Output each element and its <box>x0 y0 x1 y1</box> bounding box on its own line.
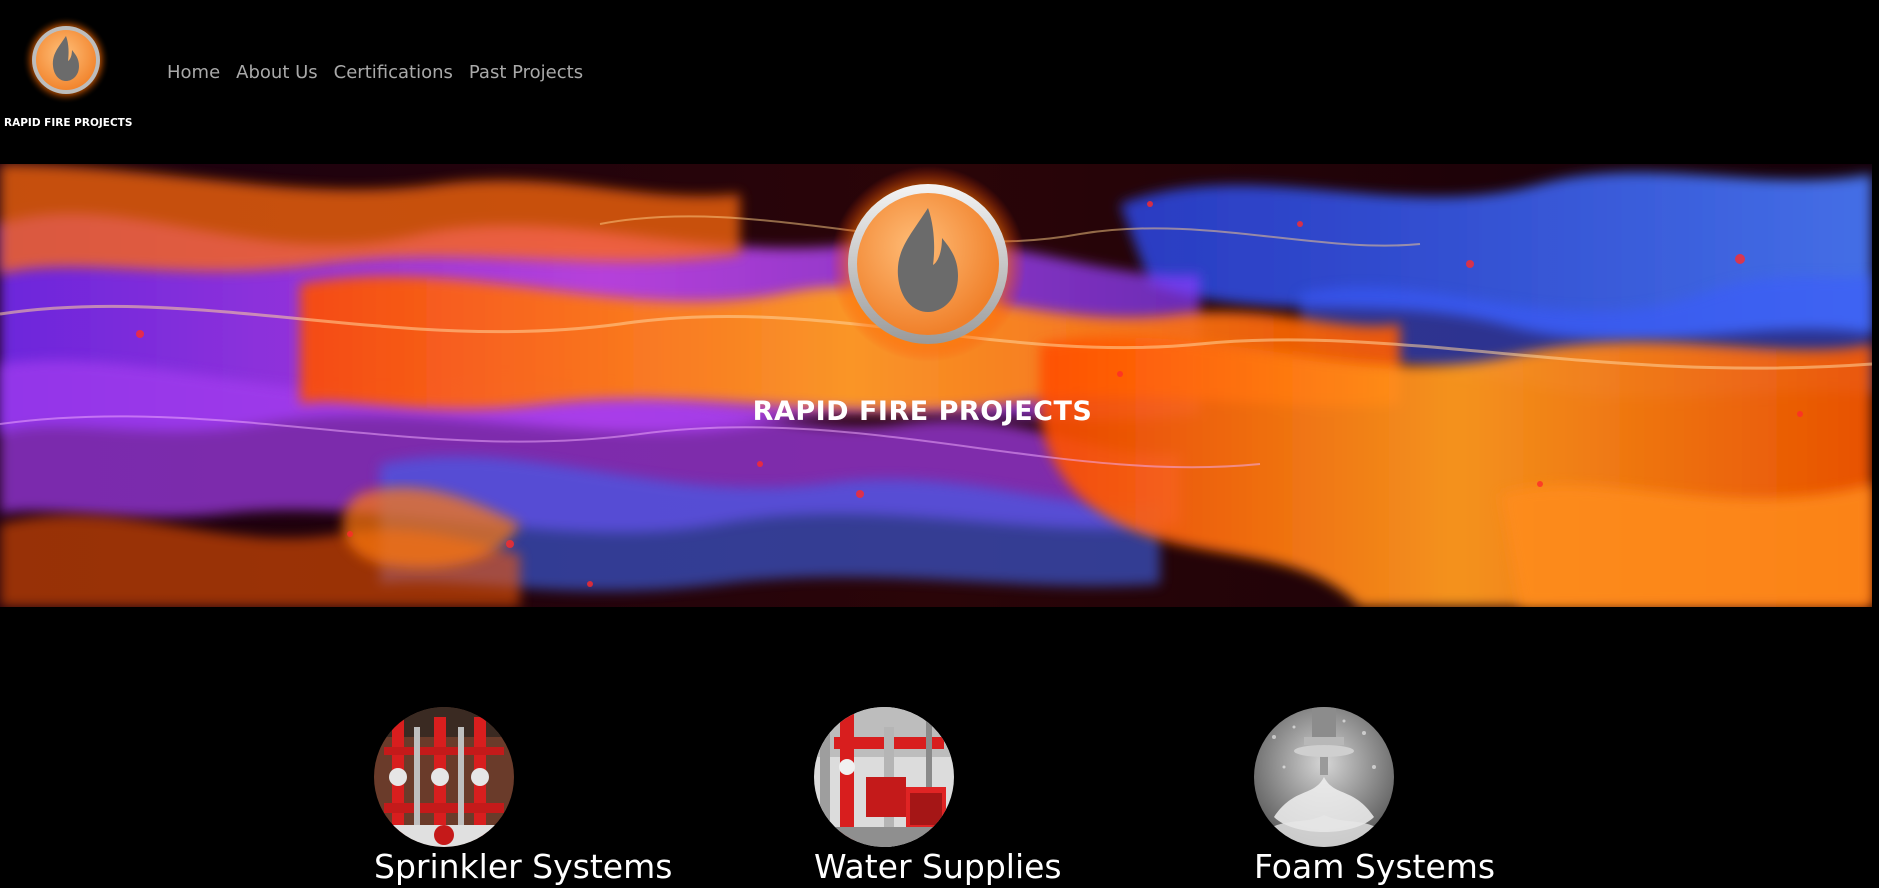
service-card-foam-systems[interactable]: Foam Systems <box>1254 707 1495 886</box>
nav-certifications[interactable]: Certifications <box>334 62 453 83</box>
main-nav: Home About Us Certifications Past Projec… <box>167 62 583 83</box>
service-label: Sprinkler Systems <box>374 847 673 886</box>
services-section: Sprinkler Systems Water Supplies Foam Sy… <box>0 607 1879 888</box>
nav-past-projects[interactable]: Past Projects <box>469 62 583 83</box>
sprinkler-head-icon <box>1254 707 1394 847</box>
service-card-sprinkler-systems[interactable]: Sprinkler Systems <box>374 707 672 886</box>
flame-badge-icon <box>830 166 1026 362</box>
nav-about-us[interactable]: About Us <box>236 62 318 83</box>
service-label: Water Supplies <box>814 847 1062 886</box>
service-label: Foam Systems <box>1254 847 1496 886</box>
brand-logo[interactable]: RAPID FIRE PROJECTS <box>4 14 133 132</box>
nav-home[interactable]: Home <box>167 62 220 83</box>
hero-emblem <box>830 164 1026 364</box>
hero-title: RAPID FIRE PROJECTS <box>752 396 1093 427</box>
sprinkler-valves-icon <box>374 707 514 847</box>
service-card-water-supplies[interactable]: Water Supplies <box>814 707 1062 886</box>
brand-name: RAPID FIRE PROJECTS <box>4 117 133 129</box>
site-header: RAPID FIRE PROJECTS Home About Us Certif… <box>0 0 1879 164</box>
flame-badge-icon <box>22 16 110 104</box>
pump-station-icon <box>814 707 954 847</box>
hero-banner: RAPID FIRE PROJECTS <box>0 164 1872 607</box>
page-root: RAPID FIRE PROJECTS Home About Us Certif… <box>0 0 1879 888</box>
